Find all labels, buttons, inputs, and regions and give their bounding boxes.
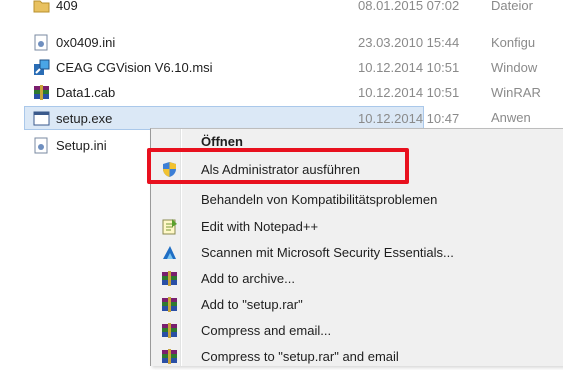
file-row-0x0409-ini[interactable]: 0x0409.ini 23.03.2010 15:44 Konfigu	[0, 31, 563, 55]
file-name: Setup.ini	[56, 138, 107, 153]
file-type: Window	[491, 60, 538, 75]
menu-item-label: Edit with Notepad++	[201, 219, 319, 234]
file-type: Konfigu	[491, 35, 536, 50]
file-type: Dateior	[491, 0, 533, 13]
menu-item-label: Öffnen	[201, 134, 243, 149]
menu-item-add-to-setup-rar[interactable]: Add to "setup.rar"	[151, 292, 563, 318]
file-name: CEAG CGVision V6.10.msi	[56, 60, 213, 75]
ini-file-icon	[34, 137, 48, 154]
winrar-archive-icon	[34, 85, 49, 100]
winrar-icon	[162, 271, 177, 286]
menu-item-add-to-archive[interactable]: Add to archive...	[151, 266, 563, 292]
menu-item-label: Compress to "setup.rar" and email	[201, 349, 399, 364]
folder-icon	[33, 0, 50, 13]
menu-item-troubleshoot-compatibility[interactable]: Behandeln von Kompatibilitätsproblemen	[151, 187, 563, 213]
menu-item-compress-to-setup-rar-and-email[interactable]: Compress to "setup.rar" and email	[151, 344, 563, 370]
menu-item-compress-and-email[interactable]: Compress and email...	[151, 318, 563, 344]
file-type: Anwen	[491, 110, 531, 125]
menu-item-label: Add to "setup.rar"	[201, 297, 303, 312]
exe-app-icon	[33, 111, 50, 126]
winrar-icon	[162, 349, 177, 364]
menu-item-edit-notepadpp[interactable]: Edit with Notepad++	[151, 214, 563, 240]
menu-item-label: Behandeln von Kompatibilitätsproblemen	[201, 192, 438, 207]
file-name: Data1.cab	[56, 85, 116, 100]
menu-item-label: Scannen mit Microsoft Security Essential…	[201, 245, 454, 260]
file-date: 10.12.2014 10:47	[358, 111, 460, 126]
msi-installer-icon	[34, 59, 50, 75]
menu-item-scan-mse[interactable]: Scannen mit Microsoft Security Essential…	[151, 240, 563, 266]
security-essentials-icon	[163, 246, 176, 259]
file-row-data1-cab[interactable]: Data1.cab 10.12.2014 10:51 WinRAR	[0, 81, 563, 105]
file-date: 10.12.2014 10:51	[358, 60, 460, 75]
file-date: 10.12.2014 10:51	[358, 85, 460, 100]
menu-item-label: Add to archive...	[201, 271, 295, 286]
winrar-icon	[162, 323, 177, 338]
file-row-409[interactable]: 409 08.01.2015 07:02 Dateior	[0, 0, 563, 18]
notepad-plus-plus-icon	[162, 219, 177, 235]
file-date: 23.03.2010 15:44	[358, 35, 460, 50]
file-name: setup.exe	[56, 111, 113, 126]
file-type: WinRAR	[491, 85, 541, 100]
file-name: 0x0409.ini	[56, 35, 116, 50]
ini-file-icon	[34, 34, 48, 51]
file-row-msi[interactable]: CEAG CGVision V6.10.msi 10.12.2014 10:51…	[0, 56, 563, 80]
highlight-annotation-box	[147, 148, 409, 184]
file-row-setup-exe[interactable]: setup.exe 10.12.2014 10:47	[24, 106, 459, 130]
menu-item-label: Compress and email...	[201, 323, 332, 338]
file-name: 409	[56, 0, 78, 13]
file-date: 08.01.2015 07:02	[358, 0, 460, 13]
winrar-icon	[162, 297, 177, 312]
